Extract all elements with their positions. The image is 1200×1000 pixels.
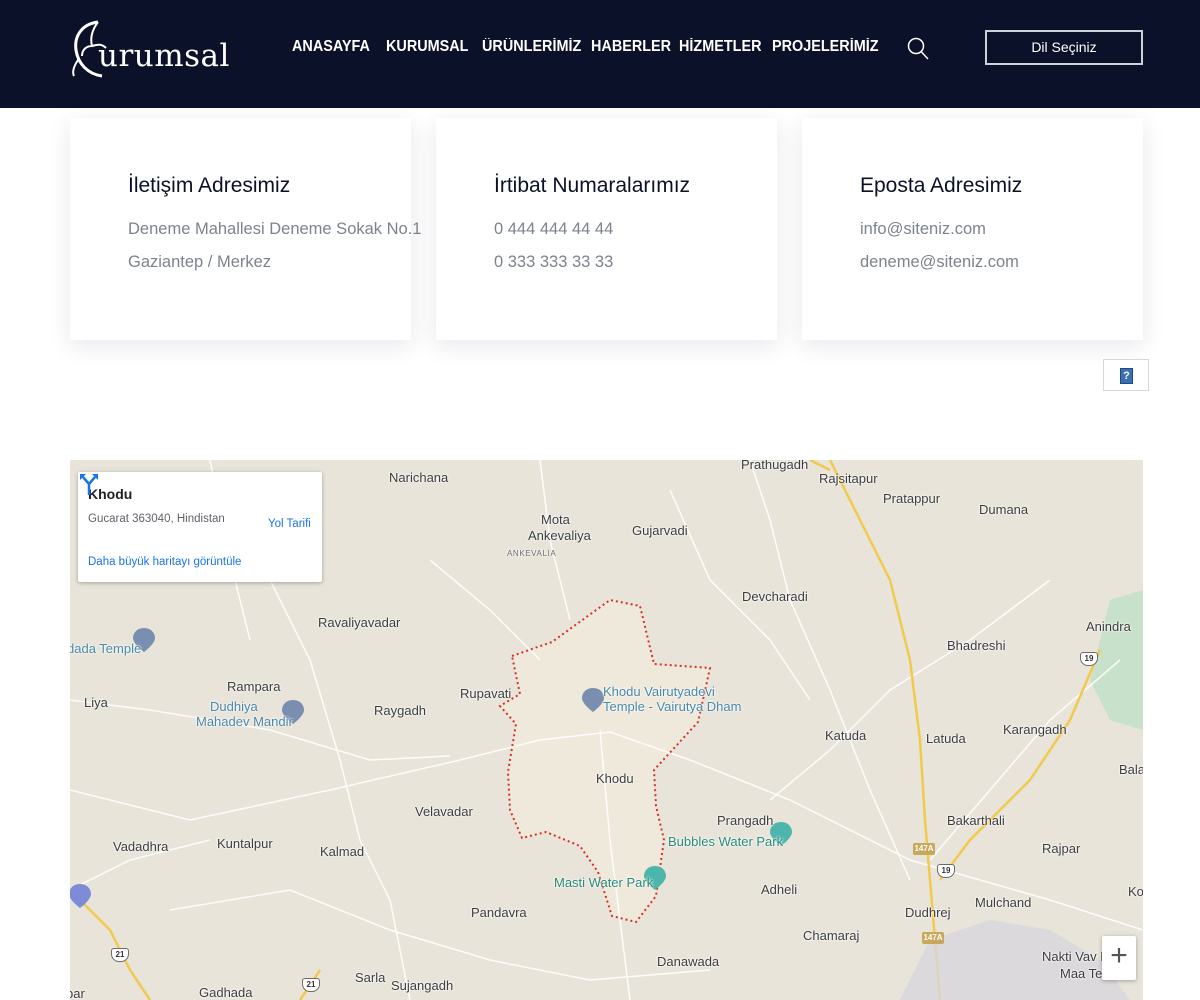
email-link[interactable]: info@siteniz.com bbox=[860, 220, 986, 239]
card-title: Eposta Adresimiz bbox=[860, 174, 1023, 197]
map-label: bar bbox=[70, 986, 85, 1000]
map-label: Danawada bbox=[657, 954, 720, 969]
map-label: Rampara bbox=[227, 679, 281, 694]
highway-shield: 147A bbox=[922, 932, 944, 944]
map-label: Ankevaliya bbox=[528, 528, 591, 543]
nav-haberler[interactable]: HABERLER bbox=[591, 38, 671, 56]
map-label[interactable]: Dudhiya bbox=[210, 699, 258, 714]
map-label: Latuda bbox=[926, 731, 966, 746]
larger-map-link[interactable]: Daha büyük haritayı görüntüle bbox=[88, 556, 241, 568]
phone-link[interactable]: 0 444 444 44 44 bbox=[494, 220, 613, 239]
map-label: Chamaraj bbox=[803, 928, 860, 943]
highway-shield: 21 bbox=[302, 978, 320, 992]
map-label: Anindra bbox=[1086, 619, 1131, 634]
email-link[interactable]: deneme@siteniz.com bbox=[860, 253, 1019, 272]
place-address: Gucarat 363040, Hindistan bbox=[88, 513, 225, 525]
highway-shield: 21 bbox=[111, 948, 129, 962]
highway-shield: 19 bbox=[937, 864, 955, 878]
card-line: Deneme Mahallesi Deneme Sokak No.1 bbox=[128, 220, 422, 238]
map-label: ANKEVALIA bbox=[507, 549, 557, 558]
language-select-button[interactable]: Dil Seçiniz bbox=[985, 30, 1143, 65]
help-button[interactable]: ? bbox=[1103, 359, 1149, 391]
zoom-in-button[interactable]: + bbox=[1102, 936, 1136, 980]
map-label: Pratappur bbox=[883, 491, 941, 506]
nav-urunlerimiz[interactable]: ÜRÜNLERİMİZ bbox=[482, 38, 581, 56]
map-label: Vadadhra bbox=[113, 839, 169, 854]
card-title: İletişim Adresimiz bbox=[128, 174, 291, 197]
nav-hizmetler[interactable]: HİZMETLER bbox=[679, 38, 761, 56]
map-label: Pandavra bbox=[471, 905, 527, 920]
map-label: Bakarthali bbox=[947, 813, 1005, 828]
map-label: Kalmad bbox=[320, 844, 365, 859]
map-label: Khodu bbox=[596, 771, 634, 786]
card-title: İrtibat Numaralarımız bbox=[494, 174, 691, 197]
directions-link[interactable]: Yol Tarifi bbox=[268, 518, 311, 530]
map-label: Katuda bbox=[825, 728, 867, 743]
map-label: Nakti Vav M bbox=[1042, 949, 1112, 964]
map-label: Bala bbox=[1119, 762, 1143, 777]
phone-card: İrtibat Numaralarımız 0 444 444 44 44 0 … bbox=[436, 118, 777, 340]
map-label: Bhadreshi bbox=[947, 638, 1006, 653]
map-label: Prangadh bbox=[717, 813, 774, 828]
highway-shield: 19 bbox=[1080, 652, 1098, 666]
map-label: Ravaliyavadar bbox=[318, 615, 401, 630]
map-info-card: Khodu Gucarat 363040, Hindistan Daha büy… bbox=[78, 472, 322, 582]
map-label: Liya bbox=[84, 695, 108, 710]
card-line: Gaziantep / Merkez bbox=[128, 253, 272, 271]
nav-projelerimiz[interactable]: PROJELERİMİZ bbox=[772, 38, 879, 56]
map-label: Karangadh bbox=[1003, 722, 1067, 737]
map-label: Mulchand bbox=[975, 895, 1032, 910]
address-card: İletişim Adresimiz Deneme Mahallesi Dene… bbox=[70, 118, 421, 340]
map-label: Rajsitapur bbox=[819, 471, 878, 486]
map-label: Prathugadh bbox=[741, 460, 809, 472]
nav-anasayfa[interactable]: ANASAYFA bbox=[292, 38, 370, 56]
map-label: Raygadh bbox=[374, 703, 427, 718]
map-label: Gujarvadi bbox=[632, 523, 688, 538]
help-icon: ? bbox=[1120, 368, 1133, 384]
map-label: Sarla bbox=[355, 970, 386, 985]
phone-link[interactable]: 0 333 333 33 33 bbox=[494, 253, 613, 272]
map-label: Kuntalpur bbox=[217, 836, 273, 851]
highway-shield: 147A bbox=[913, 843, 935, 855]
map-label[interactable]: Bubbles Water Park bbox=[668, 834, 783, 849]
directions-icon[interactable] bbox=[78, 472, 100, 496]
map-label: Velavadar bbox=[415, 804, 473, 819]
map-label: Mota bbox=[541, 512, 570, 527]
nav-kurumsal[interactable]: KURUMSAL bbox=[386, 38, 468, 56]
map-label[interactable]: Temple - Vairutya Dham bbox=[603, 699, 741, 714]
map-label: Devcharadi bbox=[742, 589, 808, 604]
map-label: Dumana bbox=[979, 502, 1029, 517]
map-label: Gadhada bbox=[199, 985, 253, 1000]
map-label: Narichana bbox=[389, 470, 449, 485]
map-label[interactable]: dada Temple bbox=[70, 641, 141, 656]
site-header: urumsal ANASAYFA KURUMSAL ÜRÜNLERİMİZ HA… bbox=[0, 0, 1200, 108]
map-label[interactable]: Masti Water Park bbox=[554, 875, 653, 890]
map-label: Ko bbox=[1128, 884, 1143, 899]
map-label: Adheli bbox=[761, 882, 798, 897]
google-map[interactable]: Prathugadh Rajsitapur Narichana Pratappu… bbox=[70, 460, 1143, 1000]
map-label: Maa Ter bbox=[1060, 966, 1107, 981]
map-label: Sujangadh bbox=[391, 978, 454, 993]
search-icon[interactable] bbox=[906, 36, 930, 62]
logo-text[interactable]: urumsal bbox=[98, 38, 230, 74]
map-label: Dudhrej bbox=[905, 905, 951, 920]
email-card: Eposta Adresimiz info@siteniz.com deneme… bbox=[802, 118, 1143, 340]
map-label: Rupavati bbox=[460, 686, 512, 701]
map-label[interactable]: Mahadev Mandir bbox=[196, 714, 293, 729]
map-label[interactable]: Khodu Vairutyadevi bbox=[603, 684, 715, 699]
map-label: Rajpar bbox=[1042, 841, 1081, 856]
